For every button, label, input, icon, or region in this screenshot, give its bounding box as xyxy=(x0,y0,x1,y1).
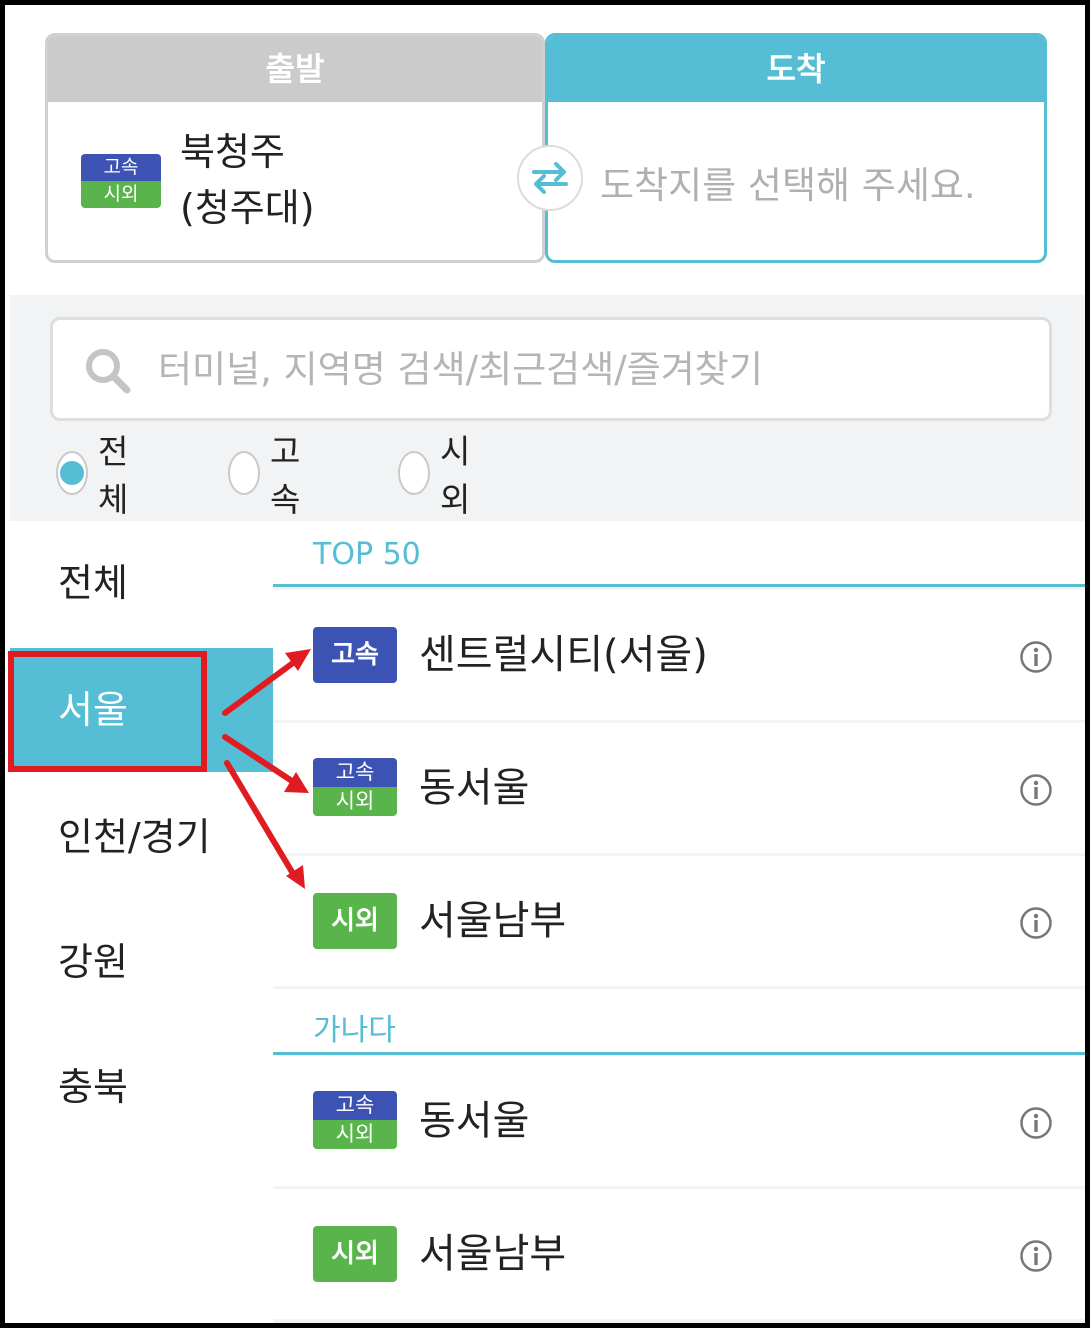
departure-header: 출발 xyxy=(48,36,542,102)
swap-arrows-icon[interactable] xyxy=(517,145,583,211)
express-badge: 고속 xyxy=(313,627,397,683)
terminal-name: 동서울 xyxy=(419,765,530,811)
badge-intercity-label: 시외 xyxy=(313,787,397,816)
badge-express-label: 고속 xyxy=(81,154,161,181)
express-intercity-badge: 고속 시외 xyxy=(313,1091,397,1149)
info-icon[interactable] xyxy=(1019,906,1053,940)
info-icon[interactable] xyxy=(1019,640,1053,674)
region-item-incheon-gyeonggi[interactable]: 인천/경기 xyxy=(10,775,273,899)
terminal-row[interactable]: 고속 시외 동서울 xyxy=(273,1056,1085,1186)
arrival-header: 도착 xyxy=(548,36,1044,102)
arrival-card[interactable]: 도착 도착지를 선택해 주세요. xyxy=(545,33,1047,263)
intercity-badge: 시외 xyxy=(313,1226,397,1282)
filter-express[interactable]: 고속 xyxy=(228,432,312,519)
radio-unselected-icon[interactable] xyxy=(398,451,430,495)
section-header-top50: TOP 50 xyxy=(273,521,1085,587)
terminal-row[interactable]: 시외 서울남부 xyxy=(273,856,1085,986)
arrival-placeholder: 도착지를 선택해 주세요. xyxy=(600,164,976,207)
route-selector: 출발 고속 시외 북청주 (청주대) 도착 도착지를 선택해 주세요. xyxy=(45,33,1053,265)
intercity-badge: 시외 xyxy=(313,893,397,949)
info-icon[interactable] xyxy=(1019,1106,1053,1140)
terminal-row[interactable]: 고속 시외 동서울 xyxy=(273,723,1085,853)
section-title: 가나다 xyxy=(313,1013,396,1048)
annotation-highlight-box xyxy=(8,651,207,772)
region-menu: 전체 서울 인천/경기 강원 충북 xyxy=(10,521,273,1323)
departure-terminal-name: 북청주 (청주대) xyxy=(180,124,315,236)
terminal-row[interactable]: 시외 서울남부 xyxy=(273,1189,1085,1319)
region-item-all[interactable]: 전체 xyxy=(10,521,273,645)
app-frame: 출발 고속 시외 북청주 (청주대) 도착 도착지를 선택해 주세요. 터미널,… xyxy=(0,0,1090,1328)
region-item-gangwon[interactable]: 강원 xyxy=(10,900,273,1024)
terminal-name: 동서울 xyxy=(419,1098,530,1144)
badge-express-label: 고속 xyxy=(313,1091,397,1120)
departure-name-line1: 북청주 xyxy=(180,130,285,174)
departure-name-line2: (청주대) xyxy=(180,186,315,230)
search-box[interactable] xyxy=(50,317,1052,421)
radio-selected-icon[interactable] xyxy=(56,451,88,495)
terminal-row[interactable]: 고속 센트럴시티(서울) xyxy=(273,590,1085,720)
search-icon xyxy=(86,349,131,394)
filter-express-label: 고속 xyxy=(269,432,301,519)
section-header-alphabetical: 가나다 xyxy=(273,989,1085,1055)
filter-all-label: 전체 xyxy=(97,432,129,519)
section-title: TOP 50 xyxy=(313,537,421,572)
search-input[interactable] xyxy=(158,338,1018,400)
filter-intercity[interactable]: 시외 xyxy=(398,432,482,519)
info-icon[interactable] xyxy=(1019,773,1053,807)
departure-body[interactable]: 고속 시외 북청주 (청주대) xyxy=(48,102,542,260)
terminal-list: TOP 50 고속 센트럴시티(서울) 고속 시외 동서울 시외 서울남부 가나… xyxy=(273,521,1085,1323)
departure-type-badge: 고속 시외 xyxy=(81,154,161,208)
region-item-chungbuk[interactable]: 충북 xyxy=(10,1025,273,1149)
terminal-name: 서울남부 xyxy=(419,1231,567,1277)
terminal-name: 센트럴시티(서울) xyxy=(419,632,708,678)
badge-intercity-label: 시외 xyxy=(81,181,161,208)
radio-unselected-icon[interactable] xyxy=(228,451,260,495)
express-intercity-badge: 고속 시외 xyxy=(313,758,397,816)
search-section: 전체 고속 시외 xyxy=(10,295,1085,521)
badge-express-label: 고속 xyxy=(313,758,397,787)
departure-card[interactable]: 출발 고속 시외 북청주 (청주대) xyxy=(45,33,545,263)
filter-intercity-label: 시외 xyxy=(439,432,471,519)
info-icon[interactable] xyxy=(1019,1239,1053,1273)
terminal-name: 서울남부 xyxy=(419,898,567,944)
filter-all[interactable]: 전체 xyxy=(56,432,140,519)
badge-intercity-label: 시외 xyxy=(313,1120,397,1149)
